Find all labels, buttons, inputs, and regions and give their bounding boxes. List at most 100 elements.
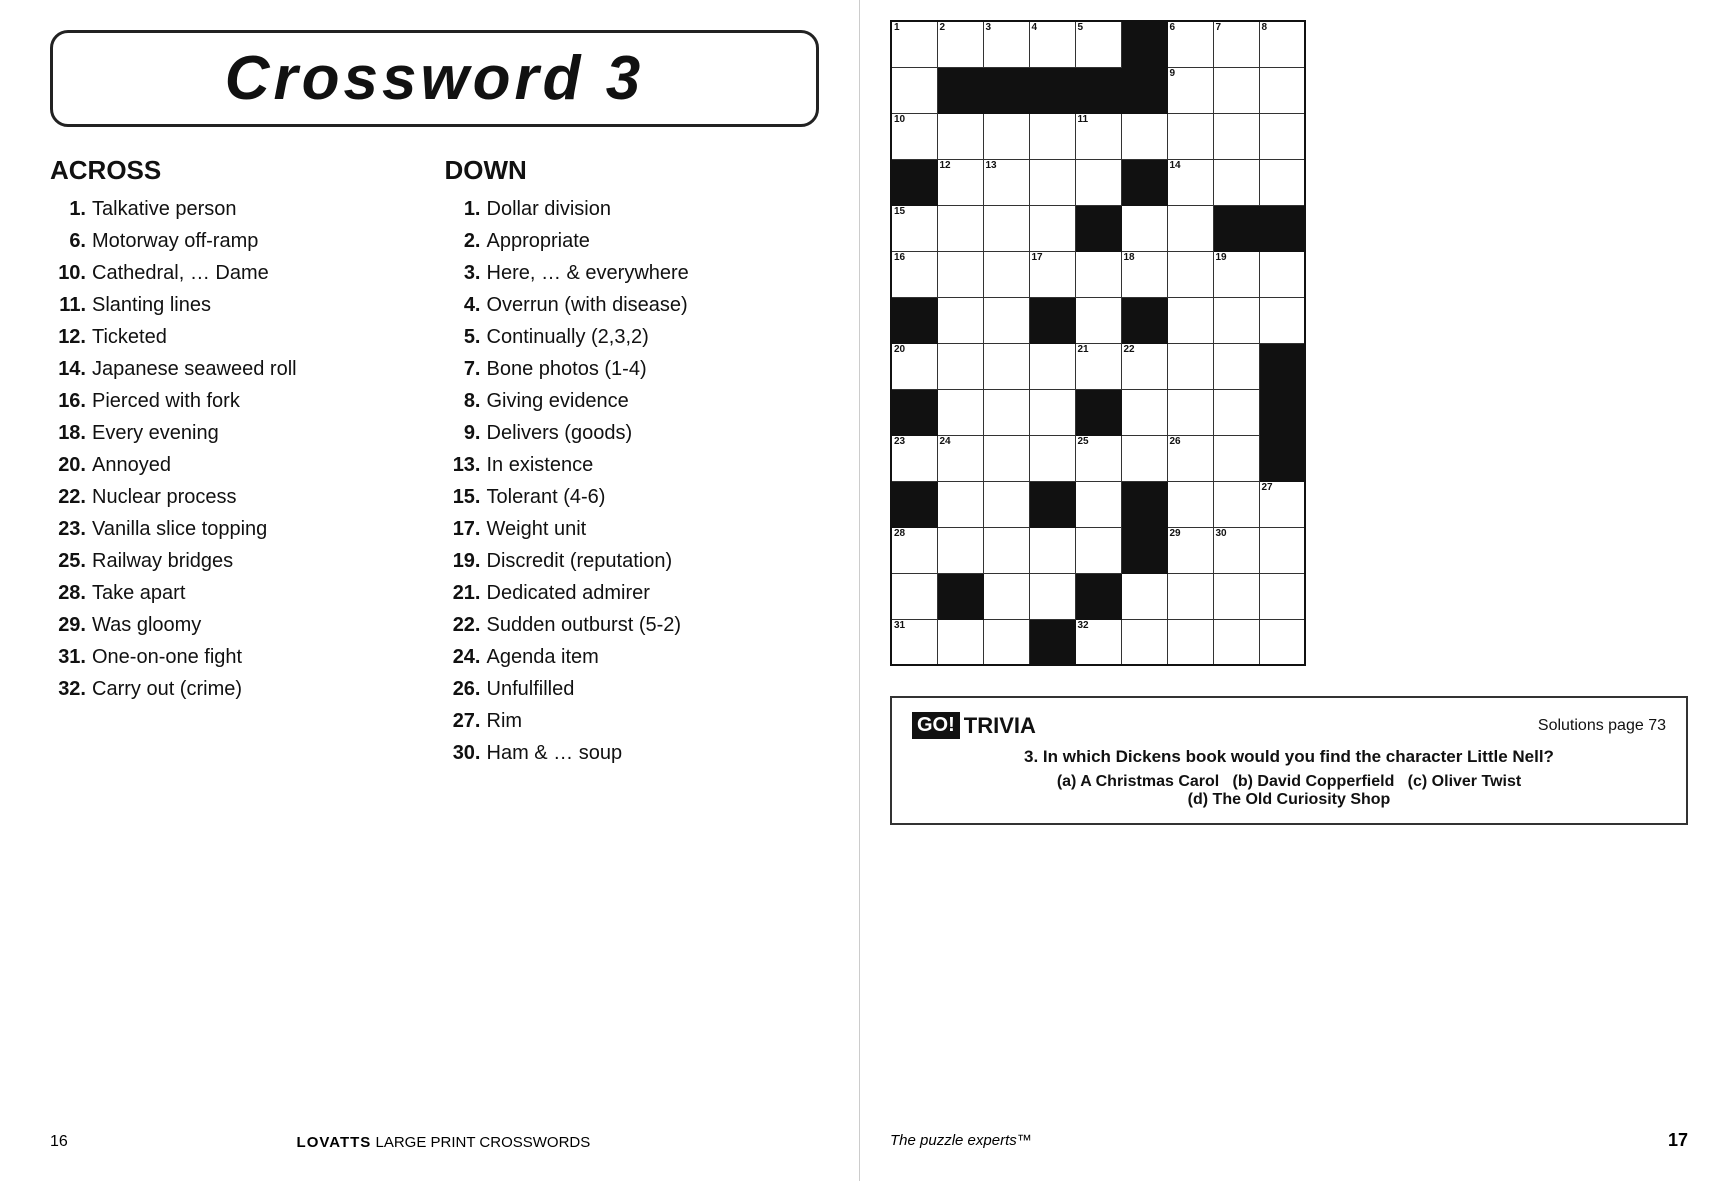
- grid-cell[interactable]: [1121, 619, 1167, 665]
- grid-cell[interactable]: [937, 389, 983, 435]
- grid-cell[interactable]: 27: [1259, 481, 1305, 527]
- grid-cell[interactable]: [891, 573, 937, 619]
- grid-cell[interactable]: [937, 297, 983, 343]
- grid-cell[interactable]: [1167, 573, 1213, 619]
- grid-cell[interactable]: 26: [1167, 435, 1213, 481]
- grid-cell[interactable]: [1121, 113, 1167, 159]
- grid-cell[interactable]: [1075, 251, 1121, 297]
- grid-cell[interactable]: [983, 251, 1029, 297]
- grid-cell[interactable]: [1029, 205, 1075, 251]
- grid-cell[interactable]: 10: [891, 113, 937, 159]
- grid-cell[interactable]: [1213, 481, 1259, 527]
- grid-cell[interactable]: [1167, 481, 1213, 527]
- grid-cell[interactable]: 8: [1259, 21, 1305, 67]
- grid-cell[interactable]: [1121, 205, 1167, 251]
- grid-cell[interactable]: 15: [891, 205, 937, 251]
- grid-cell[interactable]: [1213, 389, 1259, 435]
- grid-cell[interactable]: 18: [1121, 251, 1167, 297]
- grid-cell[interactable]: [937, 251, 983, 297]
- grid-cell[interactable]: [1167, 343, 1213, 389]
- grid-cell[interactable]: [1167, 205, 1213, 251]
- grid-cell[interactable]: [937, 527, 983, 573]
- grid-cell[interactable]: [983, 435, 1029, 481]
- grid-cell[interactable]: [983, 573, 1029, 619]
- grid-cell[interactable]: [1075, 159, 1121, 205]
- grid-cell[interactable]: 5: [1075, 21, 1121, 67]
- grid-cell[interactable]: [983, 297, 1029, 343]
- grid-cell[interactable]: [1121, 389, 1167, 435]
- grid-cell[interactable]: [937, 113, 983, 159]
- grid-cell[interactable]: 24: [937, 435, 983, 481]
- grid-cell[interactable]: [1259, 113, 1305, 159]
- grid-cell[interactable]: [1075, 481, 1121, 527]
- grid-cell[interactable]: [1121, 435, 1167, 481]
- grid-cell[interactable]: [937, 205, 983, 251]
- grid-cell[interactable]: [1029, 113, 1075, 159]
- grid-cell[interactable]: 19: [1213, 251, 1259, 297]
- grid-cell[interactable]: 16: [891, 251, 937, 297]
- grid-cell[interactable]: [1213, 435, 1259, 481]
- grid-cell[interactable]: [1167, 113, 1213, 159]
- grid-cell[interactable]: [1167, 389, 1213, 435]
- grid-cell[interactable]: 30: [1213, 527, 1259, 573]
- grid-cell[interactable]: [1029, 573, 1075, 619]
- grid-cell[interactable]: [1213, 159, 1259, 205]
- grid-cell[interactable]: 11: [1075, 113, 1121, 159]
- grid-cell[interactable]: [1121, 573, 1167, 619]
- grid-cell[interactable]: [1167, 619, 1213, 665]
- grid-cell[interactable]: [1259, 251, 1305, 297]
- grid-cell[interactable]: 1: [891, 21, 937, 67]
- grid-cell[interactable]: [1167, 297, 1213, 343]
- grid-cell[interactable]: [1213, 619, 1259, 665]
- grid-cell[interactable]: [1213, 113, 1259, 159]
- grid-cell[interactable]: 29: [1167, 527, 1213, 573]
- grid-cell[interactable]: [1213, 343, 1259, 389]
- grid-cell[interactable]: [1213, 67, 1259, 113]
- grid-cell[interactable]: [937, 343, 983, 389]
- grid-cell[interactable]: [1029, 343, 1075, 389]
- grid-cell[interactable]: [1259, 527, 1305, 573]
- grid-cell[interactable]: 32: [1075, 619, 1121, 665]
- grid-cell[interactable]: 4: [1029, 21, 1075, 67]
- grid-cell[interactable]: 21: [1075, 343, 1121, 389]
- grid-cell[interactable]: [983, 205, 1029, 251]
- grid-cell[interactable]: 23: [891, 435, 937, 481]
- grid-cell[interactable]: 31: [891, 619, 937, 665]
- grid-cell[interactable]: [983, 343, 1029, 389]
- grid-cell[interactable]: [1259, 297, 1305, 343]
- grid-cell[interactable]: [983, 481, 1029, 527]
- grid-cell[interactable]: [1167, 251, 1213, 297]
- grid-cell[interactable]: [1259, 159, 1305, 205]
- grid-cell[interactable]: [1075, 527, 1121, 573]
- grid-cell[interactable]: [937, 619, 983, 665]
- grid-cell[interactable]: 20: [891, 343, 937, 389]
- grid-cell[interactable]: 22: [1121, 343, 1167, 389]
- grid-cell[interactable]: 6: [1167, 21, 1213, 67]
- grid-cell[interactable]: [937, 481, 983, 527]
- grid-cell[interactable]: 28: [891, 527, 937, 573]
- grid-cell[interactable]: 3: [983, 21, 1029, 67]
- grid-cell[interactable]: [983, 113, 1029, 159]
- grid-cell[interactable]: [1259, 573, 1305, 619]
- grid-cell[interactable]: [1029, 527, 1075, 573]
- grid-cell[interactable]: [983, 619, 1029, 665]
- grid-cell[interactable]: [983, 527, 1029, 573]
- grid-cell[interactable]: 13: [983, 159, 1029, 205]
- grid-cell[interactable]: 12: [937, 159, 983, 205]
- grid-cell[interactable]: 25: [1075, 435, 1121, 481]
- grid-cell[interactable]: 7: [1213, 21, 1259, 67]
- grid-cell[interactable]: 14: [1167, 159, 1213, 205]
- grid-cell[interactable]: [1259, 67, 1305, 113]
- grid-cell[interactable]: [891, 67, 937, 113]
- grid-cell[interactable]: 17: [1029, 251, 1075, 297]
- grid-cell[interactable]: 2: [937, 21, 983, 67]
- grid-cell[interactable]: [1075, 297, 1121, 343]
- grid-cell[interactable]: 9: [1167, 67, 1213, 113]
- grid-cell[interactable]: [1029, 435, 1075, 481]
- grid-cell[interactable]: [983, 389, 1029, 435]
- grid-cell[interactable]: [1259, 619, 1305, 665]
- grid-cell[interactable]: [1213, 297, 1259, 343]
- grid-cell[interactable]: [1029, 159, 1075, 205]
- grid-cell[interactable]: [1213, 573, 1259, 619]
- grid-cell[interactable]: [1029, 389, 1075, 435]
